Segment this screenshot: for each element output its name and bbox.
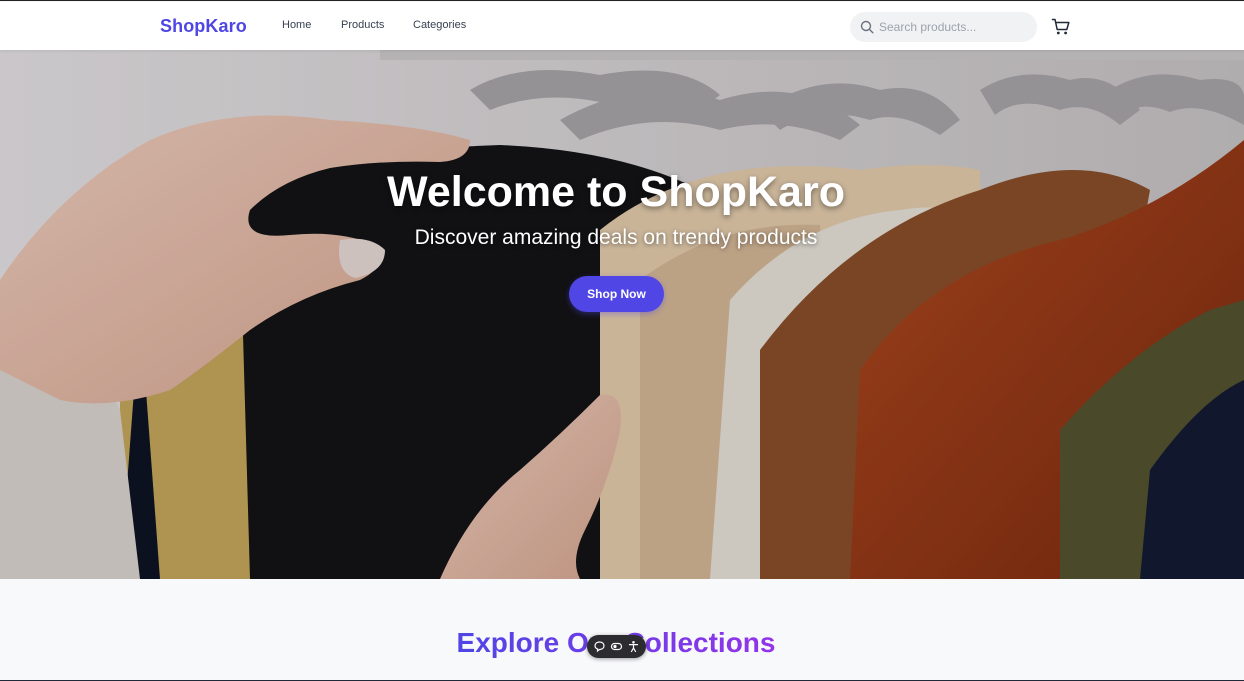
nav-link-products[interactable]: Products	[341, 19, 384, 31]
floating-toolbar[interactable]	[587, 635, 646, 658]
hero-subtitle: Discover amazing deals on trendy product…	[414, 226, 818, 249]
brand-logo[interactable]: ShopKaro	[160, 16, 247, 37]
search-icon	[860, 20, 874, 34]
nav-link-home[interactable]: Home	[282, 19, 311, 31]
page: ShopKaro Home Products Categories Search…	[0, 0, 1244, 681]
search-input[interactable]	[879, 12, 1029, 42]
search-box[interactable]	[850, 12, 1037, 42]
accessibility-icon[interactable]	[627, 640, 640, 653]
collections-section: Explore Our Collections	[0, 579, 1244, 681]
nav-link-categories[interactable]: Categories	[413, 19, 466, 31]
toggle-icon[interactable]	[610, 640, 623, 653]
navbar: ShopKaro Home Products Categories	[0, 2, 1244, 50]
hero-title: Welcome to ShopKaro	[387, 168, 845, 216]
chat-bubble-icon[interactable]	[593, 640, 606, 653]
hero-banner: Welcome to ShopKaro Discover amazing dea…	[0, 50, 1244, 579]
shopping-cart-icon[interactable]	[1051, 17, 1071, 37]
shop-now-button[interactable]: Shop Now	[569, 276, 664, 312]
